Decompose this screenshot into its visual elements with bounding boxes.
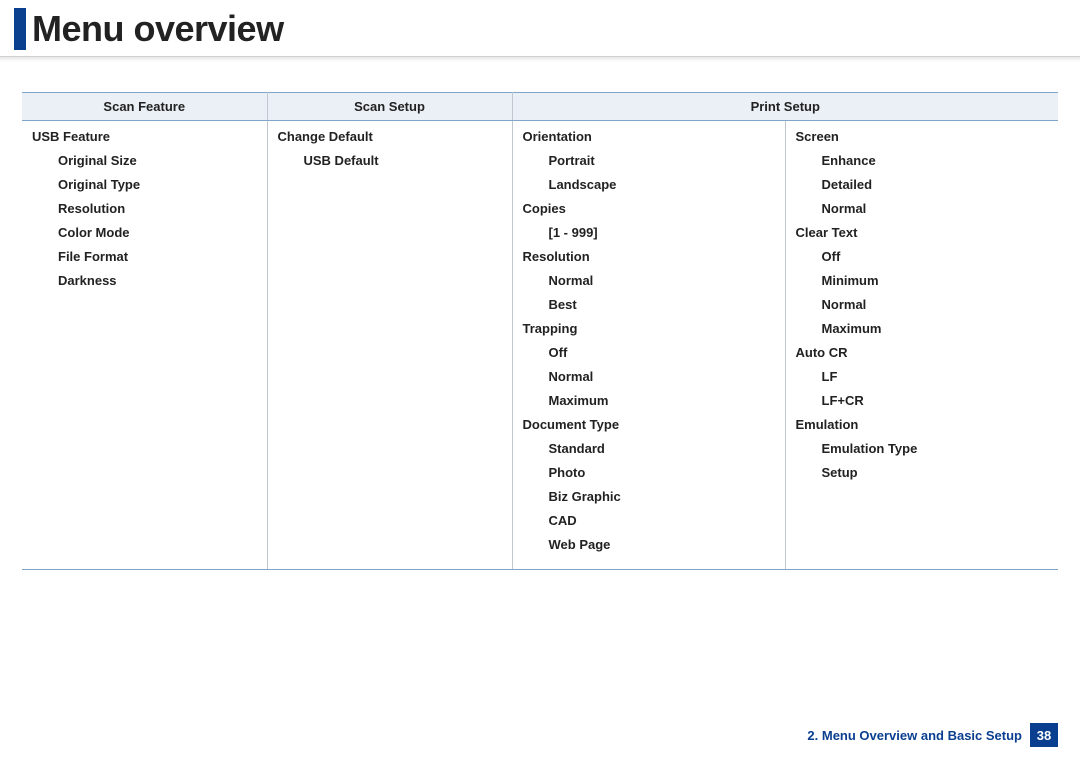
item-orientation: Orientation xyxy=(523,129,775,144)
menu-table-wrap: Scan Feature Scan Setup Print Setup USB … xyxy=(22,92,1058,570)
item-portrait: Portrait xyxy=(549,153,775,168)
item-em-setup: Setup xyxy=(822,465,1049,480)
cell-print-setup-b: Screen Enhance Detailed Normal Clear Tex… xyxy=(785,121,1058,570)
item-original-size: Original Size xyxy=(58,153,257,168)
page-footer: 2. Menu Overview and Basic Setup 38 xyxy=(807,723,1058,747)
item-original-type: Original Type xyxy=(58,177,257,192)
header-scan-feature: Scan Feature xyxy=(22,93,267,121)
item-darkness: Darkness xyxy=(58,273,257,288)
item-dt-biz: Biz Graphic xyxy=(549,489,775,504)
item-file-format: File Format xyxy=(58,249,257,264)
cell-print-setup-a: Orientation Portrait Landscape Copies [1… xyxy=(512,121,785,570)
item-change-default: Change Default xyxy=(278,129,502,144)
item-enhance: Enhance xyxy=(822,153,1049,168)
item-dt-photo: Photo xyxy=(549,465,775,480)
item-color-mode: Color Mode xyxy=(58,225,257,240)
item-trap-off: Off xyxy=(549,345,775,360)
item-res-normal: Normal xyxy=(549,273,775,288)
table-header-row: Scan Feature Scan Setup Print Setup xyxy=(22,93,1058,121)
item-lf: LF xyxy=(822,369,1049,384)
item-screen-normal: Normal xyxy=(822,201,1049,216)
item-ct-normal: Normal xyxy=(822,297,1049,312)
item-ct-max: Maximum xyxy=(822,321,1049,336)
item-dt-web: Web Page xyxy=(549,537,775,552)
item-dt-standard: Standard xyxy=(549,441,775,456)
item-resolution: Resolution xyxy=(58,201,257,216)
item-resolution: Resolution xyxy=(523,249,775,264)
footer-section-title: 2. Menu Overview and Basic Setup xyxy=(807,728,1022,743)
item-lfcr: LF+CR xyxy=(822,393,1049,408)
item-usb-default: USB Default xyxy=(304,153,502,168)
cell-scan-setup: Change Default USB Default xyxy=(267,121,512,570)
item-trapping: Trapping xyxy=(523,321,775,336)
item-copies: Copies xyxy=(523,201,775,216)
item-document-type: Document Type xyxy=(523,417,775,432)
item-copies-range: [1 - 999] xyxy=(549,225,775,240)
page-title: Menu overview xyxy=(32,8,284,50)
item-dt-cad: CAD xyxy=(549,513,775,528)
item-emulation: Emulation xyxy=(796,417,1049,432)
menu-table: Scan Feature Scan Setup Print Setup USB … xyxy=(22,92,1058,570)
header-print-setup: Print Setup xyxy=(512,93,1058,121)
item-trap-max: Maximum xyxy=(549,393,775,408)
item-screen: Screen xyxy=(796,129,1049,144)
item-trap-normal: Normal xyxy=(549,369,775,384)
item-clear-text: Clear Text xyxy=(796,225,1049,240)
footer-page-number: 38 xyxy=(1030,723,1058,747)
cell-scan-feature: USB Feature Original Size Original Type … xyxy=(22,121,267,570)
header-accent-bar xyxy=(14,8,26,50)
item-usb-feature: USB Feature xyxy=(32,129,257,144)
item-landscape: Landscape xyxy=(549,177,775,192)
header-scan-setup: Scan Setup xyxy=(267,93,512,121)
page-header: Menu overview xyxy=(0,0,1080,50)
item-ct-off: Off xyxy=(822,249,1049,264)
item-auto-cr: Auto CR xyxy=(796,345,1049,360)
title-underline xyxy=(0,56,1080,62)
item-detailed: Detailed xyxy=(822,177,1049,192)
item-ct-min: Minimum xyxy=(822,273,1049,288)
item-res-best: Best xyxy=(549,297,775,312)
table-body-row: USB Feature Original Size Original Type … xyxy=(22,121,1058,570)
item-em-type: Emulation Type xyxy=(822,441,1049,456)
